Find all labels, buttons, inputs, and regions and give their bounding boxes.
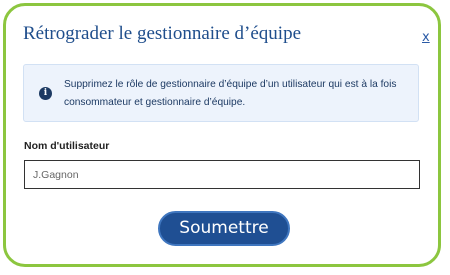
close-button[interactable]: x bbox=[422, 31, 430, 45]
info-circle-icon: i bbox=[39, 87, 52, 100]
info-message: Supprimez le rôle de gestionnaire d’équi… bbox=[64, 79, 397, 108]
submit-button[interactable]: Soumettre bbox=[158, 211, 290, 246]
dialog-title: Rétrograder le gestionnaire d’équipe bbox=[23, 23, 302, 44]
username-label: Nom d'utilisateur bbox=[24, 140, 110, 152]
info-alert: i Supprimez le rôle de gestionnaire d’éq… bbox=[23, 64, 419, 122]
demote-team-manager-dialog: Rétrograder le gestionnaire d’équipe x i… bbox=[3, 3, 441, 267]
username-input[interactable] bbox=[24, 160, 420, 189]
